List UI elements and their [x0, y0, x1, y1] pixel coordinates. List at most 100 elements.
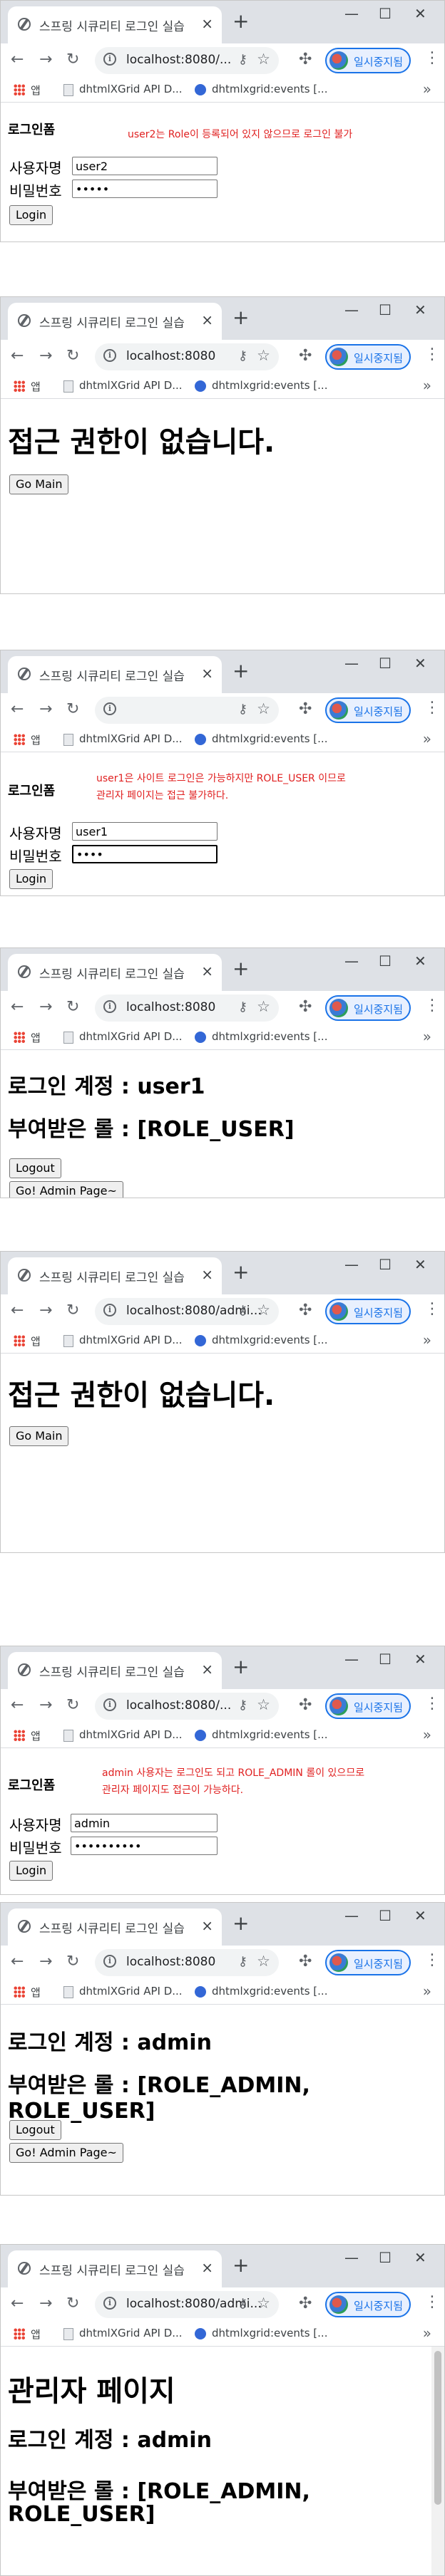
- profile-button[interactable]: 일시중지됨: [325, 2292, 411, 2317]
- bookmark-1[interactable]: dhtmlXGrid API D...: [79, 83, 183, 95]
- go-main-button[interactable]: Go Main: [9, 474, 69, 494]
- info-icon[interactable]: i: [103, 1698, 116, 1711]
- reload-icon[interactable]: ↻: [66, 998, 79, 1016]
- info-icon[interactable]: i: [103, 702, 116, 715]
- star-icon[interactable]: ☆: [257, 347, 270, 364]
- bookmark-apps[interactable]: 앱: [31, 1334, 41, 1349]
- info-icon[interactable]: i: [103, 1955, 116, 1968]
- key-icon[interactable]: ⚷: [238, 702, 247, 717]
- puzzle-icon[interactable]: ✣: [299, 347, 312, 365]
- address-bar[interactable]: i localhost:8080 ⚷ ☆: [95, 994, 279, 1022]
- chevron-double-right-icon[interactable]: »: [423, 1331, 431, 1349]
- address-bar[interactable]: i localhost:8080/... ⚷ ☆: [95, 1693, 279, 1720]
- reload-icon[interactable]: ↻: [66, 2295, 79, 2312]
- info-icon[interactable]: i: [103, 53, 116, 66]
- profile-button[interactable]: 일시중지됨: [325, 995, 411, 1021]
- back-icon[interactable]: ←: [11, 2295, 24, 2312]
- chevron-double-right-icon[interactable]: »: [423, 1726, 431, 1743]
- more-vert-icon[interactable]: ⋮: [424, 699, 440, 717]
- login-button[interactable]: Login: [9, 1861, 53, 1881]
- browser-tab[interactable]: 스프링 시큐리티 로그인 실습 ×: [8, 6, 222, 43]
- apps-grid-icon[interactable]: [14, 1032, 25, 1043]
- key-icon[interactable]: ⚷: [238, 52, 247, 67]
- maximize-icon[interactable]: ☐: [379, 655, 392, 672]
- bookmark-1[interactable]: dhtmlXGrid API D...: [79, 1985, 183, 1998]
- browser-tab[interactable]: 스프링 시큐리티 로그인 실습 ×: [8, 1652, 222, 1689]
- new-tab-icon[interactable]: +: [232, 1260, 249, 1284]
- bookmark-2[interactable]: dhtmlxgrid:events [...: [212, 379, 327, 392]
- star-icon[interactable]: ☆: [257, 2295, 270, 2312]
- star-icon[interactable]: ☆: [257, 51, 270, 68]
- back-icon[interactable]: ←: [11, 998, 24, 1016]
- key-icon[interactable]: ⚷: [238, 999, 247, 1014]
- bookmark-apps[interactable]: 앱: [31, 1985, 41, 2000]
- username-input[interactable]: [72, 822, 218, 841]
- username-input[interactable]: [72, 157, 218, 175]
- apps-grid-icon[interactable]: [14, 84, 25, 95]
- forward-icon[interactable]: →: [39, 51, 52, 68]
- more-vert-icon[interactable]: ⋮: [424, 1951, 440, 1969]
- chevron-double-right-icon[interactable]: »: [423, 80, 431, 98]
- puzzle-icon[interactable]: ✣: [299, 700, 312, 718]
- window-close-icon[interactable]: ✕: [414, 952, 426, 970]
- maximize-icon[interactable]: ☐: [379, 301, 392, 318]
- close-icon[interactable]: ×: [201, 1661, 213, 1678]
- star-icon[interactable]: ☆: [257, 998, 270, 1015]
- minimize-icon[interactable]: —: [344, 1651, 359, 1668]
- key-icon[interactable]: ⚷: [238, 348, 247, 363]
- forward-icon[interactable]: →: [39, 1696, 52, 1714]
- back-icon[interactable]: ←: [11, 51, 24, 68]
- chevron-double-right-icon[interactable]: »: [423, 2325, 431, 2342]
- reload-icon[interactable]: ↻: [66, 1953, 79, 1970]
- login-button[interactable]: Login: [9, 869, 53, 889]
- bookmark-apps[interactable]: 앱: [31, 1030, 41, 1045]
- info-icon[interactable]: i: [103, 349, 116, 362]
- minimize-icon[interactable]: —: [344, 301, 359, 318]
- back-icon[interactable]: ←: [11, 700, 24, 718]
- bookmark-2[interactable]: dhtmlxgrid:events [...: [212, 1030, 327, 1043]
- bookmark-apps[interactable]: 앱: [31, 379, 41, 394]
- puzzle-icon[interactable]: ✣: [299, 1696, 312, 1714]
- new-tab-icon[interactable]: +: [232, 9, 249, 33]
- puzzle-icon[interactable]: ✣: [299, 51, 312, 68]
- minimize-icon[interactable]: —: [344, 1256, 359, 1273]
- info-icon[interactable]: i: [103, 1000, 116, 1013]
- browser-tab[interactable]: 스프링 시큐리티 로그인 실습 ×: [8, 1257, 222, 1294]
- window-close-icon[interactable]: ✕: [414, 301, 426, 318]
- new-tab-icon[interactable]: +: [232, 1911, 249, 1935]
- more-vert-icon[interactable]: ⋮: [424, 1695, 440, 1713]
- window-close-icon[interactable]: ✕: [414, 655, 426, 672]
- more-vert-icon[interactable]: ⋮: [424, 2293, 440, 2311]
- apps-grid-icon[interactable]: [14, 1986, 25, 1998]
- key-icon[interactable]: ⚷: [238, 1698, 247, 1713]
- info-icon[interactable]: i: [103, 1304, 116, 1316]
- info-icon[interactable]: i: [103, 2297, 116, 2310]
- go-main-button[interactable]: Go Main: [9, 1426, 69, 1446]
- more-vert-icon[interactable]: ⋮: [424, 997, 440, 1014]
- bookmark-2[interactable]: dhtmlxgrid:events [...: [212, 1334, 327, 1346]
- key-icon[interactable]: ⚷: [238, 2296, 247, 2311]
- bookmark-2[interactable]: dhtmlxgrid:events [...: [212, 2327, 327, 2339]
- vertical-scrollbar[interactable]: [431, 2347, 444, 2575]
- new-tab-icon[interactable]: +: [232, 659, 249, 682]
- star-icon[interactable]: ☆: [257, 700, 270, 717]
- username-input[interactable]: [71, 1814, 218, 1832]
- password-input[interactable]: [71, 1837, 218, 1855]
- close-icon[interactable]: ×: [201, 665, 213, 682]
- new-tab-icon[interactable]: +: [232, 957, 249, 980]
- browser-tab[interactable]: 스프링 시큐리티 로그인 실습 ×: [8, 656, 222, 693]
- logout-button[interactable]: Logout: [9, 1158, 61, 1178]
- login-button[interactable]: Login: [9, 205, 53, 225]
- bookmark-1[interactable]: dhtmlXGrid API D...: [79, 1030, 183, 1043]
- forward-icon[interactable]: →: [39, 347, 52, 365]
- browser-tab[interactable]: 스프링 시큐리티 로그인 실습 ×: [8, 303, 222, 340]
- more-vert-icon[interactable]: ⋮: [424, 49, 440, 67]
- profile-button[interactable]: 일시중지됨: [325, 48, 411, 73]
- puzzle-icon[interactable]: ✣: [299, 998, 312, 1016]
- apps-grid-icon[interactable]: [14, 2328, 25, 2339]
- puzzle-icon[interactable]: ✣: [299, 1302, 312, 1319]
- password-input[interactable]: [72, 845, 218, 863]
- back-icon[interactable]: ←: [11, 347, 24, 365]
- admin-page-button[interactable]: Go! Admin Page~: [9, 1181, 123, 1198]
- profile-button[interactable]: 일시중지됨: [325, 1693, 411, 1719]
